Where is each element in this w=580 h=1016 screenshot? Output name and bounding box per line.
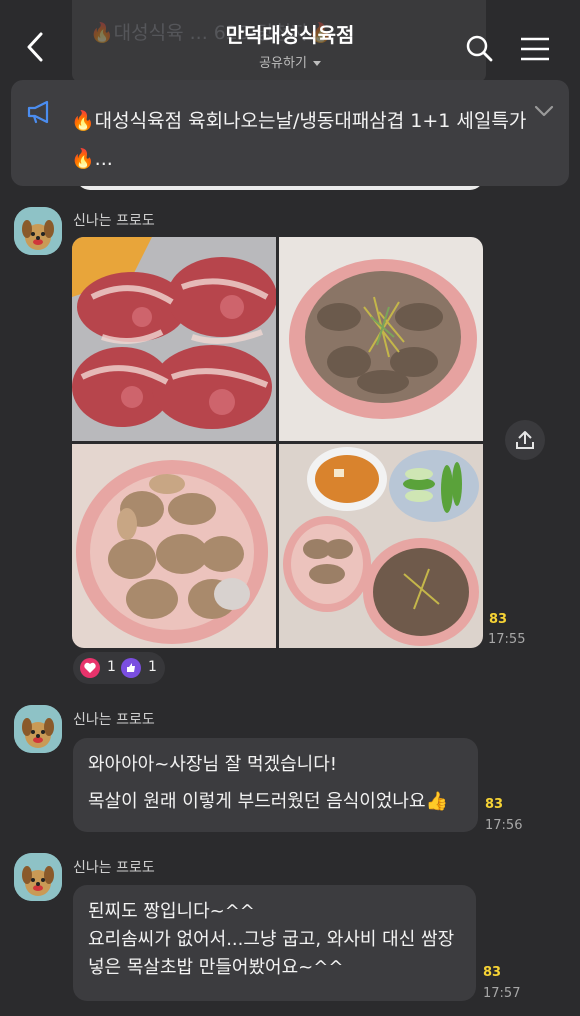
- photo-grid: [72, 237, 483, 648]
- reaction-count: 1: [107, 659, 116, 675]
- message-bubble[interactable]: 와아아아~사장님 잘 먹겠습니다! 목살이 원래 이렇게 부드러웠던 음식이었나…: [73, 738, 478, 832]
- chat-title[interactable]: 만덕대성식육점: [0, 19, 580, 48]
- unread-count: 83: [489, 612, 508, 627]
- notice-text: 🔥대성식육점 육회나오는날/냉동대패삼겹 1+1 세일특가🔥...: [71, 110, 527, 170]
- search-button[interactable]: [465, 34, 493, 62]
- message-line: 목살이 원래 이렇게 부드러웠던 음식이었나요👍: [88, 791, 448, 812]
- message-line: 요리솜씨가 없어서...그냥 굽고, 와사비 대신 쌈장: [88, 929, 455, 950]
- unread-count: 83: [485, 797, 504, 812]
- photo-raw-meat[interactable]: [72, 237, 276, 441]
- share-icon: [516, 431, 534, 449]
- share-button[interactable]: [505, 420, 545, 460]
- share-dropdown[interactable]: 공유하기: [0, 52, 580, 71]
- message-line: 넣은 목살초밥 만들어봤어요~^^: [88, 957, 344, 978]
- share-label: 공유하기: [259, 56, 307, 71]
- menu-button[interactable]: [519, 37, 551, 61]
- photo-grilled-plate[interactable]: [279, 237, 483, 441]
- chevron-down-icon[interactable]: [534, 104, 554, 118]
- message-line: 된찌도 짱입니다~^^: [88, 901, 255, 922]
- unread-count: 83: [483, 965, 502, 980]
- avatar[interactable]: [14, 853, 62, 901]
- caret-down-icon: [312, 61, 321, 66]
- sender-name: 신나는 프로도: [73, 860, 155, 876]
- dog-avatar-icon: [14, 705, 62, 753]
- hamburger-menu-icon: [521, 37, 549, 61]
- sender-name: 신나는 프로도: [73, 712, 155, 728]
- dog-avatar-icon: [14, 853, 62, 901]
- message-time: 17:56: [485, 818, 523, 833]
- dog-avatar-icon: [14, 207, 62, 255]
- reactions-bar: 1 1: [73, 652, 165, 684]
- sender-name: 신나는 프로도: [73, 213, 155, 229]
- message-time: 17:55: [488, 632, 526, 647]
- message-time: 17:57: [483, 986, 521, 1001]
- avatar[interactable]: [14, 705, 62, 753]
- photo-grilled-meat-mushrooms[interactable]: [72, 444, 276, 648]
- message-bubble[interactable]: 된찌도 짱입니다~^^ 요리솜씨가 없어서...그냥 굽고, 와사비 대신 쌈장…: [73, 885, 476, 1001]
- photo-table-spread[interactable]: [279, 444, 483, 648]
- thumbs-up-icon: [121, 658, 141, 678]
- message-line: 와아아아~사장님 잘 먹겠습니다!: [88, 754, 338, 775]
- megaphone-icon: [27, 100, 49, 124]
- reaction-count: 1: [148, 659, 157, 675]
- avatar[interactable]: [14, 207, 62, 255]
- notice-banner[interactable]: 🔥대성식육점 육회나오는날/냉동대패삼겹 1+1 세일특가🔥...: [11, 80, 569, 186]
- heart-icon: [80, 658, 100, 678]
- chat-header: 🔥대성식육 ... 625 당첨자🔥 만덕대성식육점 공유하기: [0, 0, 580, 82]
- search-icon: [466, 35, 493, 62]
